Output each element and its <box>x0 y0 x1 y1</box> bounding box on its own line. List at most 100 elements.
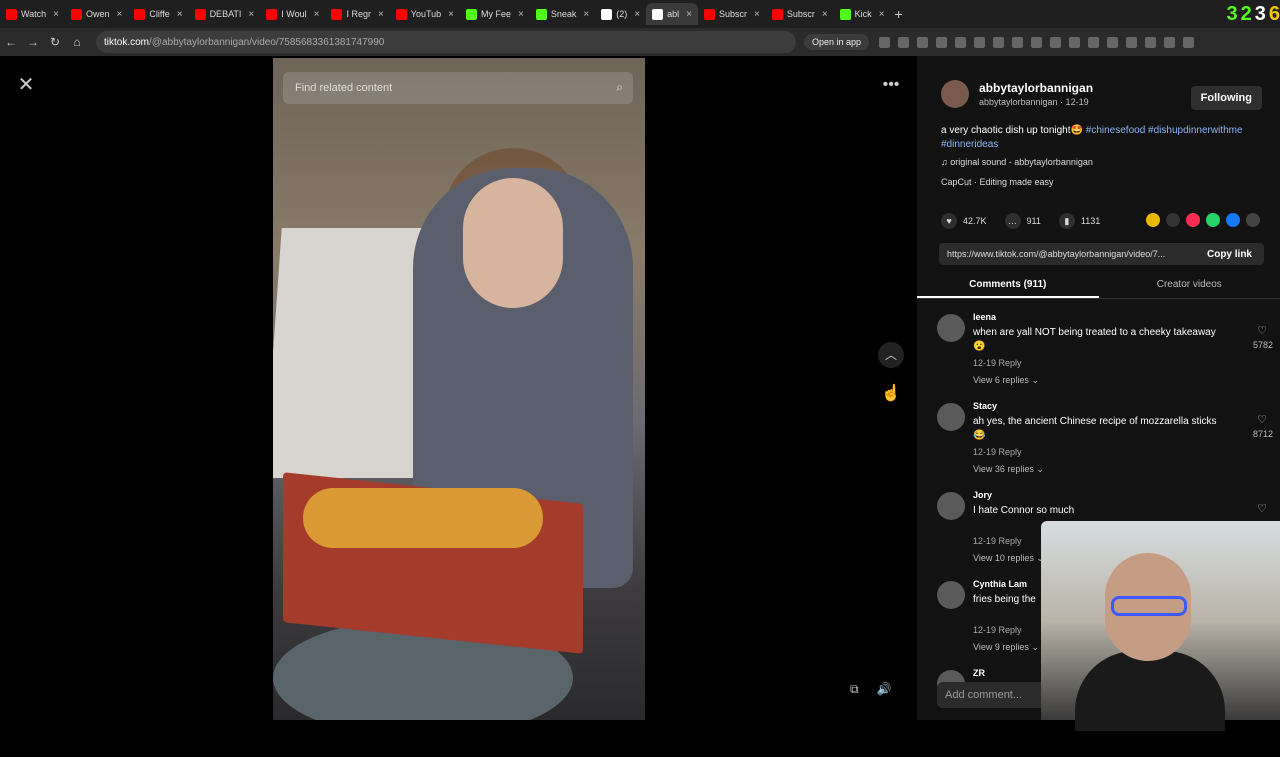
browser-tab[interactable]: Subscr× <box>766 3 834 25</box>
browser-tab[interactable]: Owen× <box>65 3 128 25</box>
bookmark-icon[interactable]: ▮ <box>1059 213 1075 229</box>
author-name[interactable]: abbytaylorbannigan <box>979 81 1093 95</box>
like-stat[interactable]: ♥42.7K <box>941 213 987 229</box>
tab-close-icon[interactable]: × <box>53 9 59 20</box>
tab-close-icon[interactable]: × <box>634 9 640 20</box>
view-replies-link[interactable]: View 10 replies ⌄ <box>973 553 1044 564</box>
close-icon[interactable]: ✕ <box>14 74 38 98</box>
tab-comments[interactable]: Comments (911) <box>917 274 1099 298</box>
comment-meta[interactable]: 12-19 Reply <box>973 536 1022 546</box>
extension-icon[interactable] <box>993 37 1004 48</box>
capcut-link[interactable]: CapCut · Editing made easy <box>941 177 1054 187</box>
home-icon[interactable]: ⌂ <box>66 35 88 49</box>
menu-icon[interactable] <box>1183 37 1194 48</box>
tab-close-icon[interactable]: × <box>448 9 454 20</box>
tab-creator-videos[interactable]: Creator videos <box>1099 274 1280 298</box>
extension-icon[interactable] <box>1012 37 1023 48</box>
share-arrow-icon[interactable] <box>1246 213 1260 227</box>
tab-close-icon[interactable]: × <box>177 9 183 20</box>
coin-icon[interactable] <box>1146 213 1160 227</box>
extension-icon[interactable] <box>1126 37 1137 48</box>
tab-close-icon[interactable]: × <box>754 9 760 20</box>
extension-icon[interactable] <box>1145 37 1156 48</box>
commenter-avatar[interactable] <box>937 403 965 431</box>
copy-link-button[interactable]: Copy link <box>1207 249 1252 260</box>
browser-tab[interactable]: (2)× <box>595 3 646 25</box>
view-replies-link[interactable]: View 36 replies ⌄ <box>973 464 1044 475</box>
comment-stat[interactable]: …911 <box>1005 213 1041 229</box>
video-player[interactable]: Find related content ⌕ <box>273 58 645 720</box>
commenter-avatar[interactable] <box>937 492 965 520</box>
browser-tab[interactable]: Cliffe× <box>128 3 188 25</box>
browser-tab[interactable]: I Regr× <box>325 3 389 25</box>
browser-tab[interactable]: YouTub× <box>390 3 460 25</box>
related-content-search[interactable]: Find related content ⌕ <box>283 72 633 104</box>
reload-icon[interactable]: ↻ <box>44 35 66 49</box>
back-icon[interactable]: ← <box>0 35 22 49</box>
browser-tab[interactable]: abl× <box>646 3 698 25</box>
extension-icon[interactable] <box>1107 37 1118 48</box>
comment-meta[interactable]: 12-19 Reply <box>973 625 1022 635</box>
browser-tab[interactable]: DEBATI× <box>189 3 261 25</box>
comment-like-icon[interactable]: ♡ <box>1257 502 1267 515</box>
extension-icon[interactable] <box>1069 37 1080 48</box>
commenter-avatar[interactable] <box>937 314 965 342</box>
tab-close-icon[interactable]: × <box>117 9 123 20</box>
comment-meta[interactable]: 12-19 Reply <box>973 447 1022 457</box>
commenter-avatar[interactable] <box>937 581 965 609</box>
comment-like-icon[interactable]: ♡ <box>1257 413 1267 426</box>
comment-like-icon[interactable]: ♡ <box>1257 324 1267 337</box>
extension-icon[interactable] <box>898 37 909 48</box>
browser-tab[interactable]: I Woul× <box>260 3 325 25</box>
comment-meta[interactable]: 12-19 Reply <box>973 358 1022 368</box>
volume-icon[interactable]: 🔊 <box>877 682 892 697</box>
repost-icon[interactable] <box>1186 213 1200 227</box>
author-block[interactable]: abbytaylorbannigan abbytaylorbannigan · … <box>941 80 1093 108</box>
tab-close-icon[interactable]: × <box>583 9 589 20</box>
commenter-name[interactable]: Cynthia Lam <box>973 579 1027 589</box>
tab-close-icon[interactable]: × <box>879 9 885 20</box>
star-icon[interactable] <box>879 37 890 48</box>
open-in-app-button[interactable]: Open in app <box>804 34 869 50</box>
browser-tab[interactable]: Subscr× <box>698 3 766 25</box>
comment-icon[interactable]: … <box>1005 213 1021 229</box>
save-stat[interactable]: ▮1131 <box>1059 213 1100 229</box>
extension-icon[interactable] <box>1031 37 1042 48</box>
extension-icon[interactable] <box>917 37 928 48</box>
browser-tab[interactable]: Watch× <box>0 3 65 25</box>
facebook-icon[interactable] <box>1226 213 1240 227</box>
embed-icon[interactable] <box>1166 213 1180 227</box>
browser-tab[interactable]: My Fee× <box>460 3 530 25</box>
new-tab-icon[interactable]: + <box>895 6 903 22</box>
floating-player-icon[interactable]: ⧉ <box>850 682 859 697</box>
profile-avatar[interactable] <box>1164 37 1175 48</box>
tab-close-icon[interactable]: × <box>686 9 692 20</box>
view-replies-link[interactable]: View 9 replies ⌄ <box>973 642 1039 653</box>
whatsapp-icon[interactable] <box>1206 213 1220 227</box>
commenter-name[interactable]: Stacy <box>973 401 997 411</box>
tab-close-icon[interactable]: × <box>822 9 828 20</box>
author-avatar[interactable] <box>941 80 969 108</box>
extension-icon[interactable] <box>1088 37 1099 48</box>
more-options-icon[interactable]: ••• <box>878 76 904 96</box>
tab-close-icon[interactable]: × <box>518 9 524 20</box>
browser-tab[interactable]: Kick× <box>834 3 891 25</box>
view-replies-link[interactable]: View 6 replies ⌄ <box>973 375 1039 386</box>
commenter-name[interactable]: ZR <box>973 668 985 678</box>
extension-icon[interactable] <box>936 37 947 48</box>
sound-link[interactable]: ♫ original sound - abbytaylorbannigan <box>941 157 1093 167</box>
heart-icon[interactable]: ♥ <box>941 213 957 229</box>
tab-close-icon[interactable]: × <box>314 9 320 20</box>
tab-close-icon[interactable]: × <box>378 9 384 20</box>
url-field[interactable]: tiktok.com/@abbytaylorbannigan/video/758… <box>96 31 796 53</box>
extension-icon[interactable] <box>955 37 966 48</box>
previous-video-arrow-icon[interactable]: ︿ <box>878 342 904 368</box>
commenter-name[interactable]: Jory <box>973 490 992 500</box>
search-icon[interactable]: ⌕ <box>616 80 623 95</box>
browser-tab[interactable]: Sneak× <box>530 3 595 25</box>
forward-icon[interactable]: → <box>22 35 44 49</box>
following-button[interactable]: Following <box>1191 86 1262 110</box>
extension-icon[interactable] <box>1050 37 1061 48</box>
extension-icon[interactable] <box>974 37 985 48</box>
tab-close-icon[interactable]: × <box>248 9 254 20</box>
